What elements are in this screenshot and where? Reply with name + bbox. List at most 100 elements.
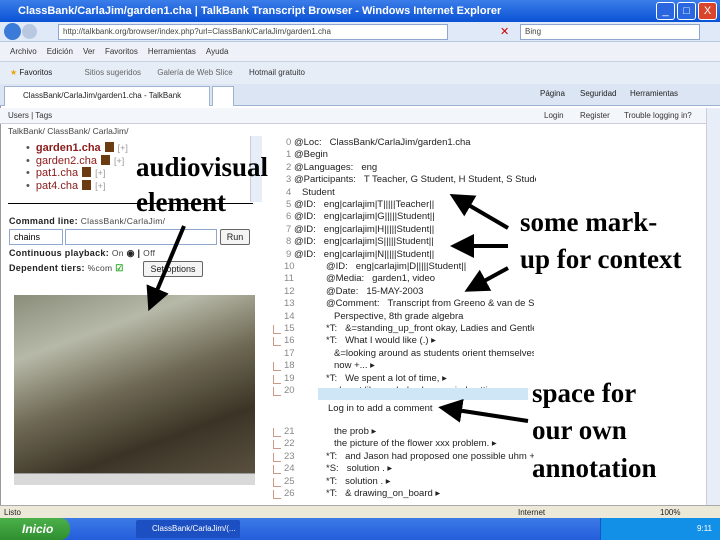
annotate-icon[interactable] bbox=[273, 477, 281, 487]
annotate-icon[interactable] bbox=[273, 374, 281, 384]
transcript-line[interactable]: 10 @ID: eng|carlajim|D|||||Student|| bbox=[284, 261, 534, 273]
transcript-line[interactable]: 13 @Comment: Transcript from Greeno & van … bbox=[284, 298, 534, 310]
command-input[interactable] bbox=[65, 229, 217, 245]
line-number: 0 bbox=[286, 137, 292, 148]
annotate-icon[interactable] bbox=[273, 428, 281, 437]
transcript-line[interactable]: 25 *T: solution . ▸ bbox=[284, 476, 534, 488]
transcript-line[interactable]: 0 @Loc: ClassBank/CarlaJim/garden1.cha bbox=[286, 137, 536, 149]
playback-off-radio[interactable]: Off bbox=[143, 248, 155, 258]
close-button[interactable]: X bbox=[698, 2, 717, 20]
add-comment-link[interactable]: Log in to add a comment bbox=[328, 403, 433, 414]
maximize-button[interactable]: □ bbox=[677, 2, 696, 20]
annotation-element: element bbox=[136, 187, 226, 217]
transcript-line[interactable]: 6 @ID: eng|carlajim|G|||||Student|| bbox=[286, 211, 536, 223]
stop-icon[interactable]: ✕ bbox=[500, 25, 509, 38]
transcript-line[interactable]: 24 *S: solution . ▸ bbox=[284, 463, 534, 475]
transcript-line[interactable]: 2 @Languages: eng bbox=[286, 162, 536, 174]
favorites-button[interactable]: Favoritos bbox=[19, 68, 52, 77]
transcript-line[interactable]: 8 @ID: eng|carlajim|S|||||Student|| bbox=[286, 236, 536, 248]
transcript-line[interactable]: 21 the prob ▸ bbox=[284, 426, 534, 438]
playback-on-radio[interactable]: On bbox=[112, 248, 124, 258]
users-tags-link[interactable]: Users | Tags bbox=[8, 111, 52, 120]
annotate-icon[interactable] bbox=[273, 387, 281, 396]
transcript-line[interactable]: 14 Perspective, 8th grade algebra bbox=[284, 311, 534, 323]
transcript-line[interactable]: 17 &=looking around as students orient th… bbox=[284, 348, 534, 360]
address-bar: http://talkbank.org/browser/index.php?ur… bbox=[0, 22, 720, 42]
file-item[interactable]: • garden2.cha [+] bbox=[26, 154, 128, 168]
annotate-icon[interactable] bbox=[273, 362, 281, 372]
menu-bar: Archivo Edición Ver Favoritos Herramientas Ay… bbox=[0, 42, 720, 62]
fav-galeria[interactable]: Galería de Web Slice bbox=[157, 68, 232, 77]
transcript-line[interactable]: 11 @Media: garden1, video bbox=[284, 273, 534, 285]
new-tab-button[interactable] bbox=[212, 86, 234, 106]
annotate-icon[interactable] bbox=[273, 337, 281, 347]
start-button[interactable]: Inicio bbox=[0, 518, 70, 540]
menu-ayuda[interactable]: Ayuda bbox=[206, 47, 229, 56]
menu-ver[interactable]: Ver bbox=[83, 47, 95, 56]
utterance: eng|carlajim|N|||||Student|| bbox=[323, 248, 435, 260]
file-item[interactable]: • garden1.cha [+] bbox=[26, 142, 128, 155]
utterance: eng|carlajim|D|||||Student|| bbox=[355, 261, 467, 272]
register-link[interactable]: Register bbox=[580, 108, 610, 124]
utterance: & drawing_on_board ▸ bbox=[345, 488, 441, 499]
tiers-label: Dependent tiers: %com ☑ bbox=[9, 263, 124, 273]
menu-edicion[interactable]: Edición bbox=[47, 47, 73, 56]
set-options-button[interactable]: Set options bbox=[143, 261, 203, 277]
fav-hotmail[interactable]: Hotmail gratuito bbox=[249, 68, 305, 77]
tool-herramientas[interactable]: Herramientas bbox=[630, 89, 678, 98]
film-icon bbox=[82, 167, 92, 177]
run-button[interactable]: Run bbox=[220, 229, 250, 245]
transcript-line[interactable]: 16 *T: What I would like (.) ▸ bbox=[284, 335, 534, 347]
tool-pagina[interactable]: Página bbox=[540, 89, 565, 98]
annotate-icon[interactable] bbox=[273, 490, 281, 499]
utterance: Transcript from Greeno & van de Sande, G… bbox=[387, 298, 534, 310]
annotation-markup-2: up for context bbox=[520, 244, 682, 274]
url-input[interactable]: http://talkbank.org/browser/index.php?ur… bbox=[58, 24, 448, 40]
tool-seguridad[interactable]: Seguridad bbox=[580, 89, 616, 98]
login-link[interactable]: Login bbox=[544, 108, 564, 124]
line-number: 23 bbox=[284, 450, 295, 462]
classroom-video[interactable] bbox=[14, 295, 255, 473]
taskbar: Inicio ClassBank/CarlaJim/(... 9:11 bbox=[0, 518, 720, 540]
tiers-checkbox[interactable]: ☑ bbox=[115, 263, 123, 273]
line-number: 21 bbox=[284, 426, 295, 437]
annotate-icon[interactable] bbox=[273, 325, 281, 334]
forward-icon[interactable] bbox=[22, 24, 37, 39]
trouble-link[interactable]: Trouble logging in? bbox=[624, 108, 692, 124]
transcript-line[interactable]: 26 *T: & drawing_on_board ▸ bbox=[284, 488, 534, 500]
transcript-line[interactable]: 7 @ID: eng|carlajim|H|||||Student|| bbox=[286, 224, 536, 236]
search-input[interactable]: Bing bbox=[520, 24, 700, 40]
menu-favoritos[interactable]: Favoritos bbox=[105, 47, 138, 56]
menu-archivo[interactable]: Archivo bbox=[10, 47, 37, 56]
file-item[interactable]: • pat1.cha [+] bbox=[26, 167, 128, 180]
annotate-icon[interactable] bbox=[273, 465, 281, 475]
back-icon[interactable] bbox=[4, 23, 21, 40]
speaker: *T: bbox=[326, 372, 338, 384]
transcript-line[interactable]: 1 @Begin bbox=[286, 149, 536, 161]
transcript-line[interactable]: 18 now +... ▸ bbox=[284, 360, 534, 372]
fav-sitios[interactable]: Sitios sugeridos bbox=[85, 68, 141, 77]
transcript-line[interactable]: 22 the picture of the flower xxx problem.… bbox=[284, 438, 534, 450]
line-number: 4 bbox=[286, 186, 292, 198]
transcript-line[interactable]: 4 Student bbox=[286, 187, 536, 199]
minimize-button[interactable]: _ bbox=[656, 2, 675, 20]
transcript-line[interactable]: 19 *T: We spent a lot of time, ▸ bbox=[284, 373, 534, 385]
annotate-icon[interactable] bbox=[273, 440, 281, 450]
tab-active[interactable]: ClassBank/CarlaJim/garden1.cha - TalkBan… bbox=[4, 86, 210, 118]
utterance: eng|carlajim|G|||||Student|| bbox=[323, 211, 435, 223]
annotate-icon[interactable] bbox=[273, 452, 281, 462]
transcript-line[interactable]: 15 *T: &=standing_up_front okay, Ladies an… bbox=[284, 323, 534, 335]
transcript-line[interactable]: 5 @ID: eng|carlajim|T|||||Teacher|| bbox=[286, 199, 536, 211]
video-controls[interactable] bbox=[14, 473, 255, 485]
transcript-line[interactable]: 12 @Date: 15-MAY-2003 bbox=[284, 286, 534, 298]
line-number: 6 bbox=[286, 211, 292, 223]
command-select[interactable]: chains bbox=[9, 229, 63, 245]
taskbar-window[interactable]: ClassBank/CarlaJim/(... bbox=[136, 520, 240, 538]
page-scrollbar[interactable] bbox=[706, 108, 720, 505]
transcript-line[interactable]: 9 @ID: eng|carlajim|N|||||Student|| bbox=[286, 249, 536, 261]
file-item[interactable]: • pat4.cha [+] bbox=[26, 179, 128, 193]
menu-herramientas[interactable]: Herramientas bbox=[148, 47, 196, 56]
line-number: 15 bbox=[284, 323, 295, 334]
transcript-line[interactable]: 23 *T: and Jason had proposed one possible… bbox=[284, 451, 534, 463]
transcript-line[interactable]: 3 @Participants: T Teacher, G Student, H S… bbox=[286, 174, 536, 186]
